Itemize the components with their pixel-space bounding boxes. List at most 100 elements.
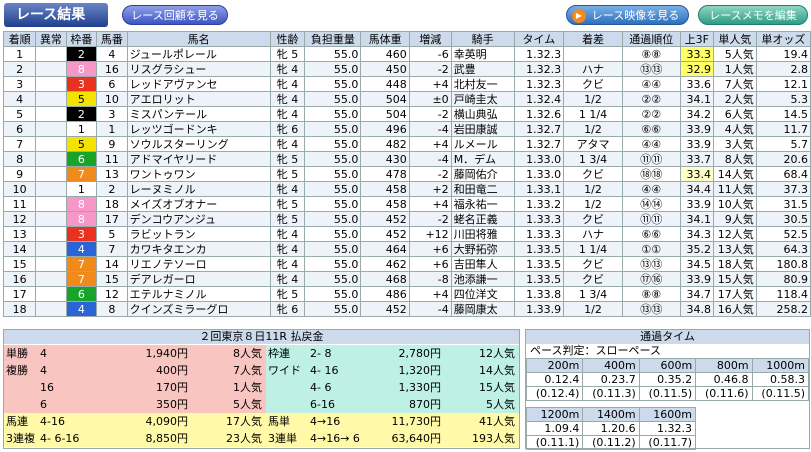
result-row[interactable]: 9 7 13 ワントゥワン牝 5 55.0 478 -2 藤岡佑介 1.33.0 クビ ⑱⑱ 33.4… xyxy=(2,166,811,182)
horse-name-cell[interactable]: ワントゥワン xyxy=(126,166,271,182)
race-video-button[interactable]: ▶ レース映像を見る xyxy=(566,5,689,25)
result-cell: 5人気 xyxy=(712,46,757,62)
frame-number-cell: 4 xyxy=(65,241,98,257)
horse-name-cell[interactable]: レーヌミノル xyxy=(126,181,271,197)
horse-name-cell[interactable]: デンコウアンジュ xyxy=(126,211,271,227)
result-row[interactable]: 17 6 12 エテルナミノル牝 5 55.0 486 +4 四位洋文 1.33.8 1 3/4 ⑧… xyxy=(2,286,811,302)
result-row[interactable]: 12 8 17 デンコウアンジュ牝 5 55.0 452 -2 蛯名正義 1.33.3 クビ ⑪⑪ 3… xyxy=(2,211,811,227)
result-cell xyxy=(35,271,67,287)
lap-split-time: (0.11.7) xyxy=(638,435,697,450)
bet-amount: 4,090円 xyxy=(145,415,189,428)
horse-name-cell[interactable]: リエノテソーロ xyxy=(126,256,271,272)
result-cell: 33.4 xyxy=(679,166,714,182)
result-row[interactable]: 3 3 6 レッドアヴァンセ牝 4 55.0 448 +4 北村友一 1.32.3 クビ ④④ 33.… xyxy=(2,76,811,92)
result-row[interactable]: 6 1 1 レッツゴードンキ牝 6 55.0 496 -4 岩田康誠 1.32.7 1/2 ⑥⑥ 33… xyxy=(2,121,811,137)
lap-split-time: (0.12.4) xyxy=(525,386,584,401)
horse-name-cell[interactable]: ミスパンテール xyxy=(126,106,271,122)
jockey-cell[interactable]: 岩田康誠 xyxy=(450,121,515,137)
horse-name-cell[interactable]: ソウルスターリング xyxy=(126,136,271,152)
result-cell: 6 xyxy=(2,121,37,137)
result-cell: +4 xyxy=(408,136,452,152)
result-cell: 450 xyxy=(360,61,410,77)
result-cell: 16 xyxy=(2,271,37,287)
result-row[interactable]: 4 5 10 アエロリット牝 4 55.0 504 ±0 戸崎圭太 1.32.4 1/2 ②② 34.… xyxy=(2,91,811,107)
result-row[interactable]: 13 3 5 ラビットラン牝 4 55.0 452 +12 川田将雅 1.33.3 ハナ ⑥⑥ 34.… xyxy=(2,226,811,242)
jockey-cell[interactable]: ルメール xyxy=(450,136,515,152)
horse-name-cell[interactable]: エテルナミノル xyxy=(126,286,271,302)
race-review-button[interactable]: レース回顧を見る xyxy=(122,5,228,25)
jockey-cell[interactable]: 横山典弘 xyxy=(450,106,515,122)
jockey-cell[interactable]: 吉田隼人 xyxy=(450,256,515,272)
horse-name-cell[interactable]: デアレガーロ xyxy=(126,271,271,287)
jockey-cell[interactable]: 藤岡康太 xyxy=(450,301,515,317)
result-cell: 80.9 xyxy=(755,271,811,287)
result-row[interactable]: 15 7 14 リエノテソーロ牝 4 55.0 462 +6 吉田隼人 1.33.5 クビ ⑬⑬ 34… xyxy=(2,256,811,272)
result-row[interactable]: 2 8 16 リスグラシュー牝 4 55.0 450 -2 武豊 1.32.3 ハナ ⑬⑬ 32.9 1… xyxy=(2,61,811,77)
result-cell: 1.33.5 xyxy=(513,271,565,287)
horse-name-cell[interactable]: ジュールポレール xyxy=(126,46,271,62)
result-row[interactable]: 18 4 8 クインズミラーグロ牝 6 55.0 452 -4 藤岡康太 1.33.9 1/2 ⑬⑬… xyxy=(2,301,811,317)
jockey-cell[interactable]: M．デム xyxy=(450,151,515,167)
jockey-cell[interactable]: 武豊 xyxy=(450,61,515,77)
result-cell xyxy=(35,91,67,107)
result-cell: 牝 4 xyxy=(269,271,306,287)
race-memo-button[interactable]: レースメモを編集 xyxy=(698,5,808,25)
result-row[interactable]: 1 2 4 ジュールポレール牝 5 55.0 460 -6 幸英明 1.32.3 ⑧⑧ 33.3 5人… xyxy=(2,46,811,62)
bet-popularity: 14人気 xyxy=(479,364,515,377)
result-cell: 1.33.8 xyxy=(513,286,565,302)
result-row[interactable]: 14 4 7 カワキタエンカ牝 4 55.0 464 +6 大野拓弥 1.33.5 1 1/4 ①①… xyxy=(2,241,811,257)
result-cell: +4 xyxy=(408,196,452,212)
result-cell: 9 xyxy=(2,166,37,182)
payout-row: 馬単 4→16 11,730円 41人気 xyxy=(266,413,519,430)
jockey-cell[interactable]: 藤岡佑介 xyxy=(450,166,515,182)
result-row[interactable]: 11 8 18 メイズオブオナー牝 5 55.0 458 +4 福永祐一 1.33.2 1/2 ⑭⑭… xyxy=(2,196,811,212)
result-cell: 462 xyxy=(360,256,410,272)
bet-type: 3連単 xyxy=(268,432,297,445)
result-cell: -6 xyxy=(408,46,452,62)
bet-amount: 1,320円 xyxy=(398,364,442,377)
result-cell: 15人気 xyxy=(712,271,757,287)
result-cell: ④④ xyxy=(621,181,681,197)
jockey-cell[interactable]: 池添謙一 xyxy=(450,271,515,287)
payout-row: 馬連 4-16 4,090円 17人気 xyxy=(4,413,266,430)
horse-name-cell[interactable]: ラビットラン xyxy=(126,226,271,242)
result-cell: 18 xyxy=(2,301,37,317)
horse-name-cell[interactable]: レッドアヴァンセ xyxy=(126,76,271,92)
result-cell: 1/2 xyxy=(563,121,623,137)
jockey-cell[interactable]: 大野拓弥 xyxy=(450,241,515,257)
horse-name-cell[interactable]: クインズミラーグロ xyxy=(126,301,271,317)
result-row[interactable]: 8 6 11 アドマイヤリード牝 5 55.0 430 -4 M．デム 1.33.0 1 3/4 ⑪… xyxy=(2,151,811,167)
jockey-cell[interactable]: 福永祐一 xyxy=(450,196,515,212)
result-cell: 16人気 xyxy=(712,301,757,317)
jockey-cell[interactable]: 川田将雅 xyxy=(450,226,515,242)
horse-name-cell[interactable]: リスグラシュー xyxy=(126,61,271,77)
column-header: 増減 xyxy=(408,31,452,47)
result-cell: 1.33.1 xyxy=(513,181,565,197)
lap-table-1: 200m 400m 600m 800m 1000m 0.12.4 0.23.7 0.35.2 0… xyxy=(525,358,810,401)
jockey-cell[interactable]: 四位洋文 xyxy=(450,286,515,302)
jockey-cell[interactable]: 北村友一 xyxy=(450,76,515,92)
jockey-cell[interactable]: 和田竜二 xyxy=(450,181,515,197)
result-row[interactable]: 16 7 15 デアレガーロ牝 4 55.0 468 -8 池添謙一 1.33.5 クビ ⑰⑯ 33.… xyxy=(2,271,811,287)
horse-name-cell[interactable]: メイズオブオナー xyxy=(126,196,271,212)
result-cell: 1 3/4 xyxy=(563,286,623,302)
frame-number-cell: 1 xyxy=(65,181,98,197)
result-row[interactable]: 5 2 3 ミスパンテール牝 4 55.0 504 -2 横山典弘 1.32.6 1 1/4 ②② 3… xyxy=(2,106,811,122)
payout-row: 枠連 2- 8 2,780円 12人気 xyxy=(266,345,519,362)
horse-name-cell[interactable]: アドマイヤリード xyxy=(126,151,271,167)
jockey-cell[interactable]: 幸英明 xyxy=(450,46,515,62)
horse-name-cell[interactable]: レッツゴードンキ xyxy=(126,121,271,137)
jockey-cell[interactable]: 戸崎圭太 xyxy=(450,91,515,107)
result-row[interactable]: 10 1 2 レーヌミノル牝 4 55.0 458 +2 和田竜二 1.33.1 1/2 ④④ 34.… xyxy=(2,181,811,197)
horse-name-cell[interactable]: アエロリット xyxy=(126,91,271,107)
result-cell: 504 xyxy=(360,106,410,122)
horse-name-cell[interactable]: カワキタエンカ xyxy=(126,241,271,257)
result-cell: 55.0 xyxy=(304,61,362,77)
jockey-cell[interactable]: 蛯名正義 xyxy=(450,211,515,227)
result-cell: 19.4 xyxy=(755,46,811,62)
result-cell: 14人気 xyxy=(712,166,757,182)
result-row[interactable]: 7 5 9 ソウルスターリング牝 4 55.0 482 +4 ルメール 1.32.7 アタマ ④④ 3… xyxy=(2,136,811,152)
result-cell: ⑥⑥ xyxy=(621,226,681,242)
lap-cumulative-time: 0.12.4 xyxy=(525,372,584,387)
result-cell: 55.0 xyxy=(304,196,362,212)
